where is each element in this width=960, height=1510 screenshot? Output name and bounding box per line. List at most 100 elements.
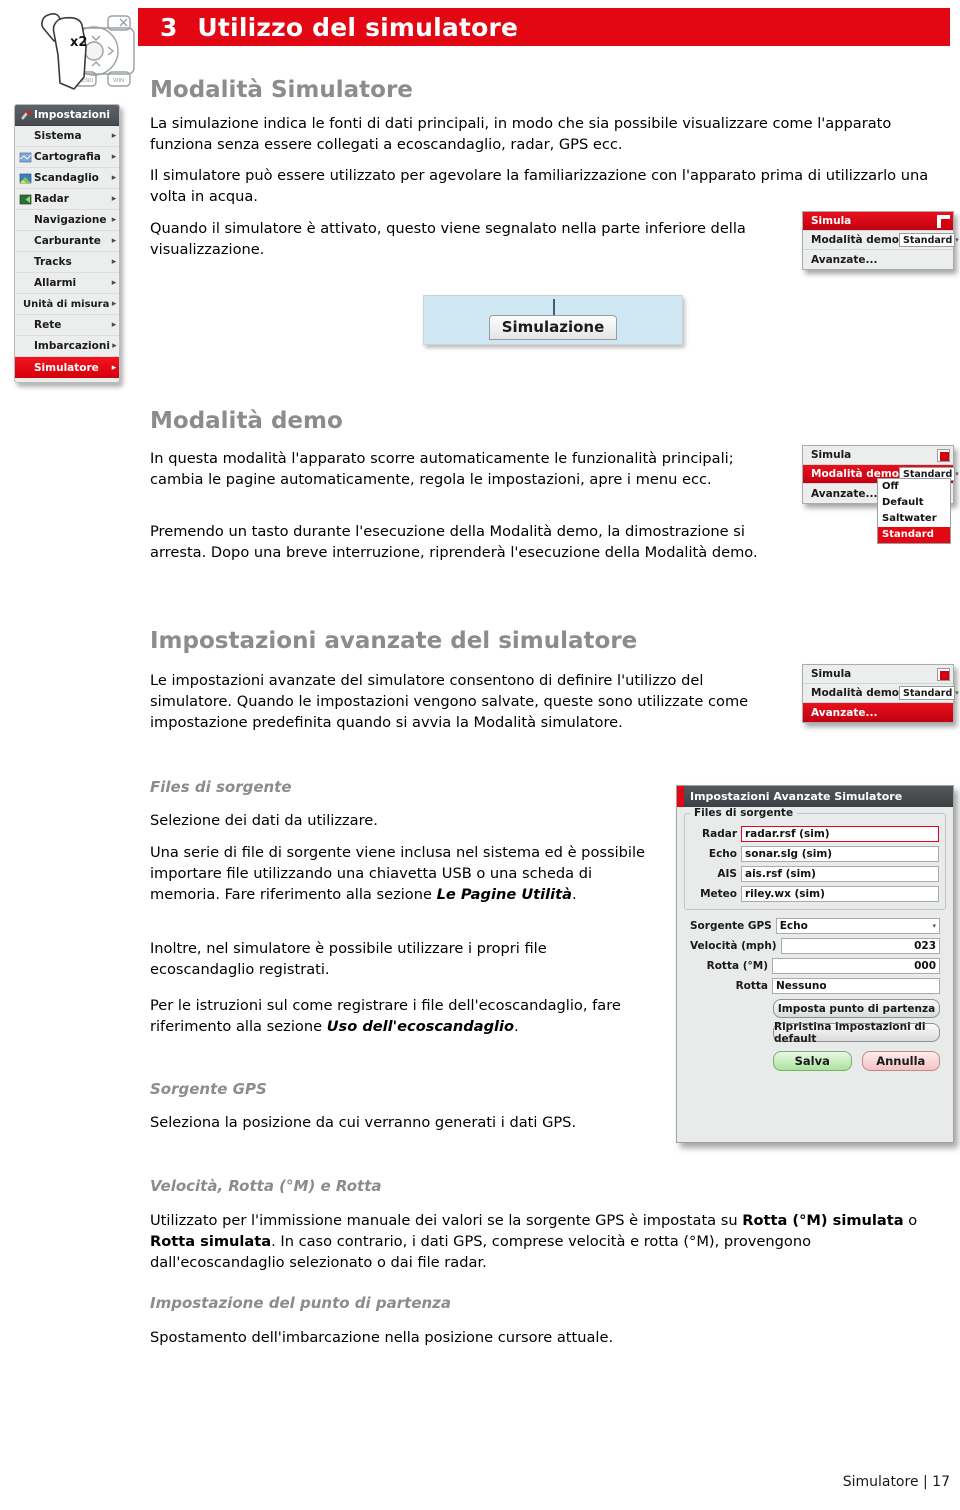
field-row-echo[interactable]: Echo sonar.slg (sim) xyxy=(691,846,939,862)
menu-item-label: Radar xyxy=(34,193,69,205)
chevron-right-icon: ▸ xyxy=(112,341,117,351)
popup1-demo-label: Modalità demo xyxy=(811,234,900,246)
paragraph-advanced-1: Le impostazioni avanzate del simulatore … xyxy=(150,672,749,732)
chevron-right-icon: ▸ xyxy=(111,194,117,204)
paragraph-sim-mode-2: Il simulatore può essere utilizzato per … xyxy=(150,167,929,206)
menu-item-radar[interactable]: Radar ▸ xyxy=(15,189,119,210)
simula-checkbox[interactable] xyxy=(937,667,950,681)
popup1-row-avanzate[interactable]: Avanzate... xyxy=(803,250,953,269)
ref-le-pagine-utilita: Le Pagine Utilità xyxy=(436,886,572,904)
velocita-input[interactable]: 023 xyxy=(780,938,940,954)
chevron-down-icon: ▾ xyxy=(955,689,959,697)
demo-mode-dropdown-list[interactable]: Off Default Saltwater Standard xyxy=(877,478,951,544)
chevron-right-icon: ▸ xyxy=(111,362,117,373)
velocita-label: Velocità (mph) xyxy=(690,940,777,952)
simulator-menu-popup-1[interactable]: Simula Modalità demo Standard ▾ Avanzate… xyxy=(802,211,959,270)
popup1-row-simula[interactable]: Simula xyxy=(803,212,953,231)
meteo-input[interactable]: riley.wx (sim) xyxy=(741,886,939,902)
field-row-velocita[interactable]: Velocità (mph) 023 xyxy=(690,938,940,954)
settings-menu[interactable]: Impostazioni Sistema ▸ Cartografia ▸ Sca… xyxy=(14,104,120,383)
rotta-m-input[interactable]: 000 xyxy=(772,958,940,974)
hand-icon-label: x2 xyxy=(70,35,87,50)
echo-input[interactable]: sonar.slg (sim) xyxy=(741,846,939,862)
heading-impostazioni-avanzate: Impostazioni avanzate del simulatore xyxy=(150,628,638,654)
menu-item-label: Cartografia xyxy=(34,151,101,163)
panel-titlebar: Impostazioni Avanzate Simulatore xyxy=(677,786,953,807)
paragraph-source-files-2: Una serie di file di sorgente viene incl… xyxy=(150,842,650,905)
sorgente-gps-value: Echo xyxy=(779,920,808,932)
chart-icon xyxy=(19,151,32,164)
heading-modalita-simulatore: Modalità Simulatore xyxy=(150,77,413,103)
field-row-sorgente-gps[interactable]: Sorgente GPS Echo ▾ xyxy=(690,918,940,934)
dropdown-option-default[interactable]: Default xyxy=(878,495,950,511)
menu-item-tracks[interactable]: Tracks ▸ xyxy=(15,252,119,273)
menu-item-label: Unità di misura xyxy=(23,298,110,310)
field-row-radar[interactable]: Radar radar.rsf (sim) xyxy=(691,826,939,842)
menu-item-cartografia[interactable]: Cartografia ▸ xyxy=(15,147,119,168)
sorgente-gps-select[interactable]: Echo ▾ xyxy=(775,918,940,934)
field-row-ais[interactable]: AIS ais.rsf (sim) xyxy=(691,866,939,882)
menu-item-label: Rete xyxy=(34,319,62,331)
menu-item-scandaglio[interactable]: Scandaglio ▸ xyxy=(15,168,119,189)
popup3-row-modalita-demo[interactable]: Modalità demo Standard ▾ xyxy=(803,684,959,703)
dropdown-option-saltwater[interactable]: Saltwater xyxy=(878,511,950,527)
popup3-row-avanzate[interactable]: Avanzate... xyxy=(803,703,953,722)
menu-item-rete[interactable]: Rete ▸ xyxy=(15,315,119,336)
svg-text:WIN: WIN xyxy=(113,78,124,84)
chevron-right-icon: ▸ xyxy=(111,131,117,141)
chapter-title: Utilizzo del simulatore xyxy=(197,12,519,42)
simula-checkbox[interactable] xyxy=(937,214,950,228)
popup1-row-modalita-demo[interactable]: Modalità demo Standard ▾ xyxy=(803,231,959,250)
ais-input[interactable]: ais.rsf (sim) xyxy=(741,866,939,882)
popup1-simula-label: Simula xyxy=(811,215,852,227)
rotta-input[interactable]: Nessuno xyxy=(772,978,940,994)
imposta-punto-di-partenza-button[interactable]: Imposta punto di partenza xyxy=(773,999,940,1018)
menu-header-impostazioni: Impostazioni xyxy=(15,105,119,126)
chevron-right-icon: ▸ xyxy=(111,215,117,225)
menu-item-imbarcazioni[interactable]: Imbarcazioni ▸ xyxy=(15,336,119,357)
field-row-rotta-m[interactable]: Rotta (°M) 000 xyxy=(690,958,940,974)
radar-label: Radar xyxy=(702,828,737,840)
menu-item-label: Tracks xyxy=(34,256,72,268)
rotta-m-label: Rotta (°M) xyxy=(706,960,768,972)
blank-icon xyxy=(19,130,32,143)
menu-item-label: Carburante xyxy=(34,235,101,247)
paragraph-source-files-3: Inoltre, nel simulatore è possibile util… xyxy=(150,940,547,979)
dropdown-option-standard[interactable]: Standard xyxy=(878,527,950,543)
blank-icon xyxy=(19,235,32,248)
simula-checkbox[interactable] xyxy=(937,448,950,462)
annulla-button[interactable]: Annulla xyxy=(861,1051,940,1071)
advanced-simulator-settings-panel[interactable]: Impostazioni Avanzate Simulatore Files d… xyxy=(676,785,954,1143)
demo-mode-select[interactable]: Standard ▾ xyxy=(899,686,959,700)
popup2-row-simula[interactable]: Simula xyxy=(803,446,953,465)
menu-item-unita-di-misura[interactable]: Unità di misura ▸ xyxy=(15,294,119,315)
popup2-simula-label: Simula xyxy=(811,449,852,461)
demo-mode-select[interactable]: Standard ▾ xyxy=(899,233,959,247)
menu-item-label: Navigazione xyxy=(34,214,107,226)
menu-item-navigazione[interactable]: Navigazione ▸ xyxy=(15,210,119,231)
radar-input[interactable]: radar.rsf (sim) xyxy=(741,826,939,842)
menu-item-label: Imbarcazioni xyxy=(34,340,110,352)
field-row-meteo[interactable]: Meteo riley.wx (sim) xyxy=(691,886,939,902)
ais-label: AIS xyxy=(717,868,737,880)
dropdown-option-off[interactable]: Off xyxy=(878,479,950,495)
menu-item-sistema[interactable]: Sistema ▸ xyxy=(15,126,119,147)
menu-item-label: Sistema xyxy=(34,130,82,142)
paragraph-speed-course-1: Utilizzato per l'immissione manuale dei … xyxy=(150,1210,945,1273)
blank-icon xyxy=(19,319,32,332)
source-files-2-text-c: . xyxy=(571,886,577,904)
paragraph-start-point-1: Spostamento dell'imbarcazione nella posi… xyxy=(150,1329,614,1346)
ripristina-default-button[interactable]: Ripristina impostazioni di default xyxy=(773,1021,940,1045)
field-row-rotta[interactable]: Rotta Nessuno xyxy=(690,978,940,994)
menu-item-carburante[interactable]: Carburante ▸ xyxy=(15,231,119,252)
menu-item-label: Simulatore xyxy=(34,361,99,374)
menu-item-allarmi[interactable]: Allarmi ▸ xyxy=(15,273,119,294)
heading-velocita-rotta: Velocità, Rotta (°M) e Rotta xyxy=(150,1177,382,1195)
salva-button[interactable]: Salva xyxy=(773,1051,852,1071)
popup3-row-simula[interactable]: Simula xyxy=(803,665,953,684)
blank-icon xyxy=(19,361,32,374)
simulator-menu-popup-3[interactable]: Simula Modalità demo Standard ▾ Avanzate… xyxy=(802,664,959,723)
panel-title-label: Impostazioni Avanzate Simulatore xyxy=(690,790,903,803)
demo-mode-value: Standard xyxy=(903,687,953,699)
menu-item-simulatore[interactable]: Simulatore ▸ xyxy=(15,357,119,378)
